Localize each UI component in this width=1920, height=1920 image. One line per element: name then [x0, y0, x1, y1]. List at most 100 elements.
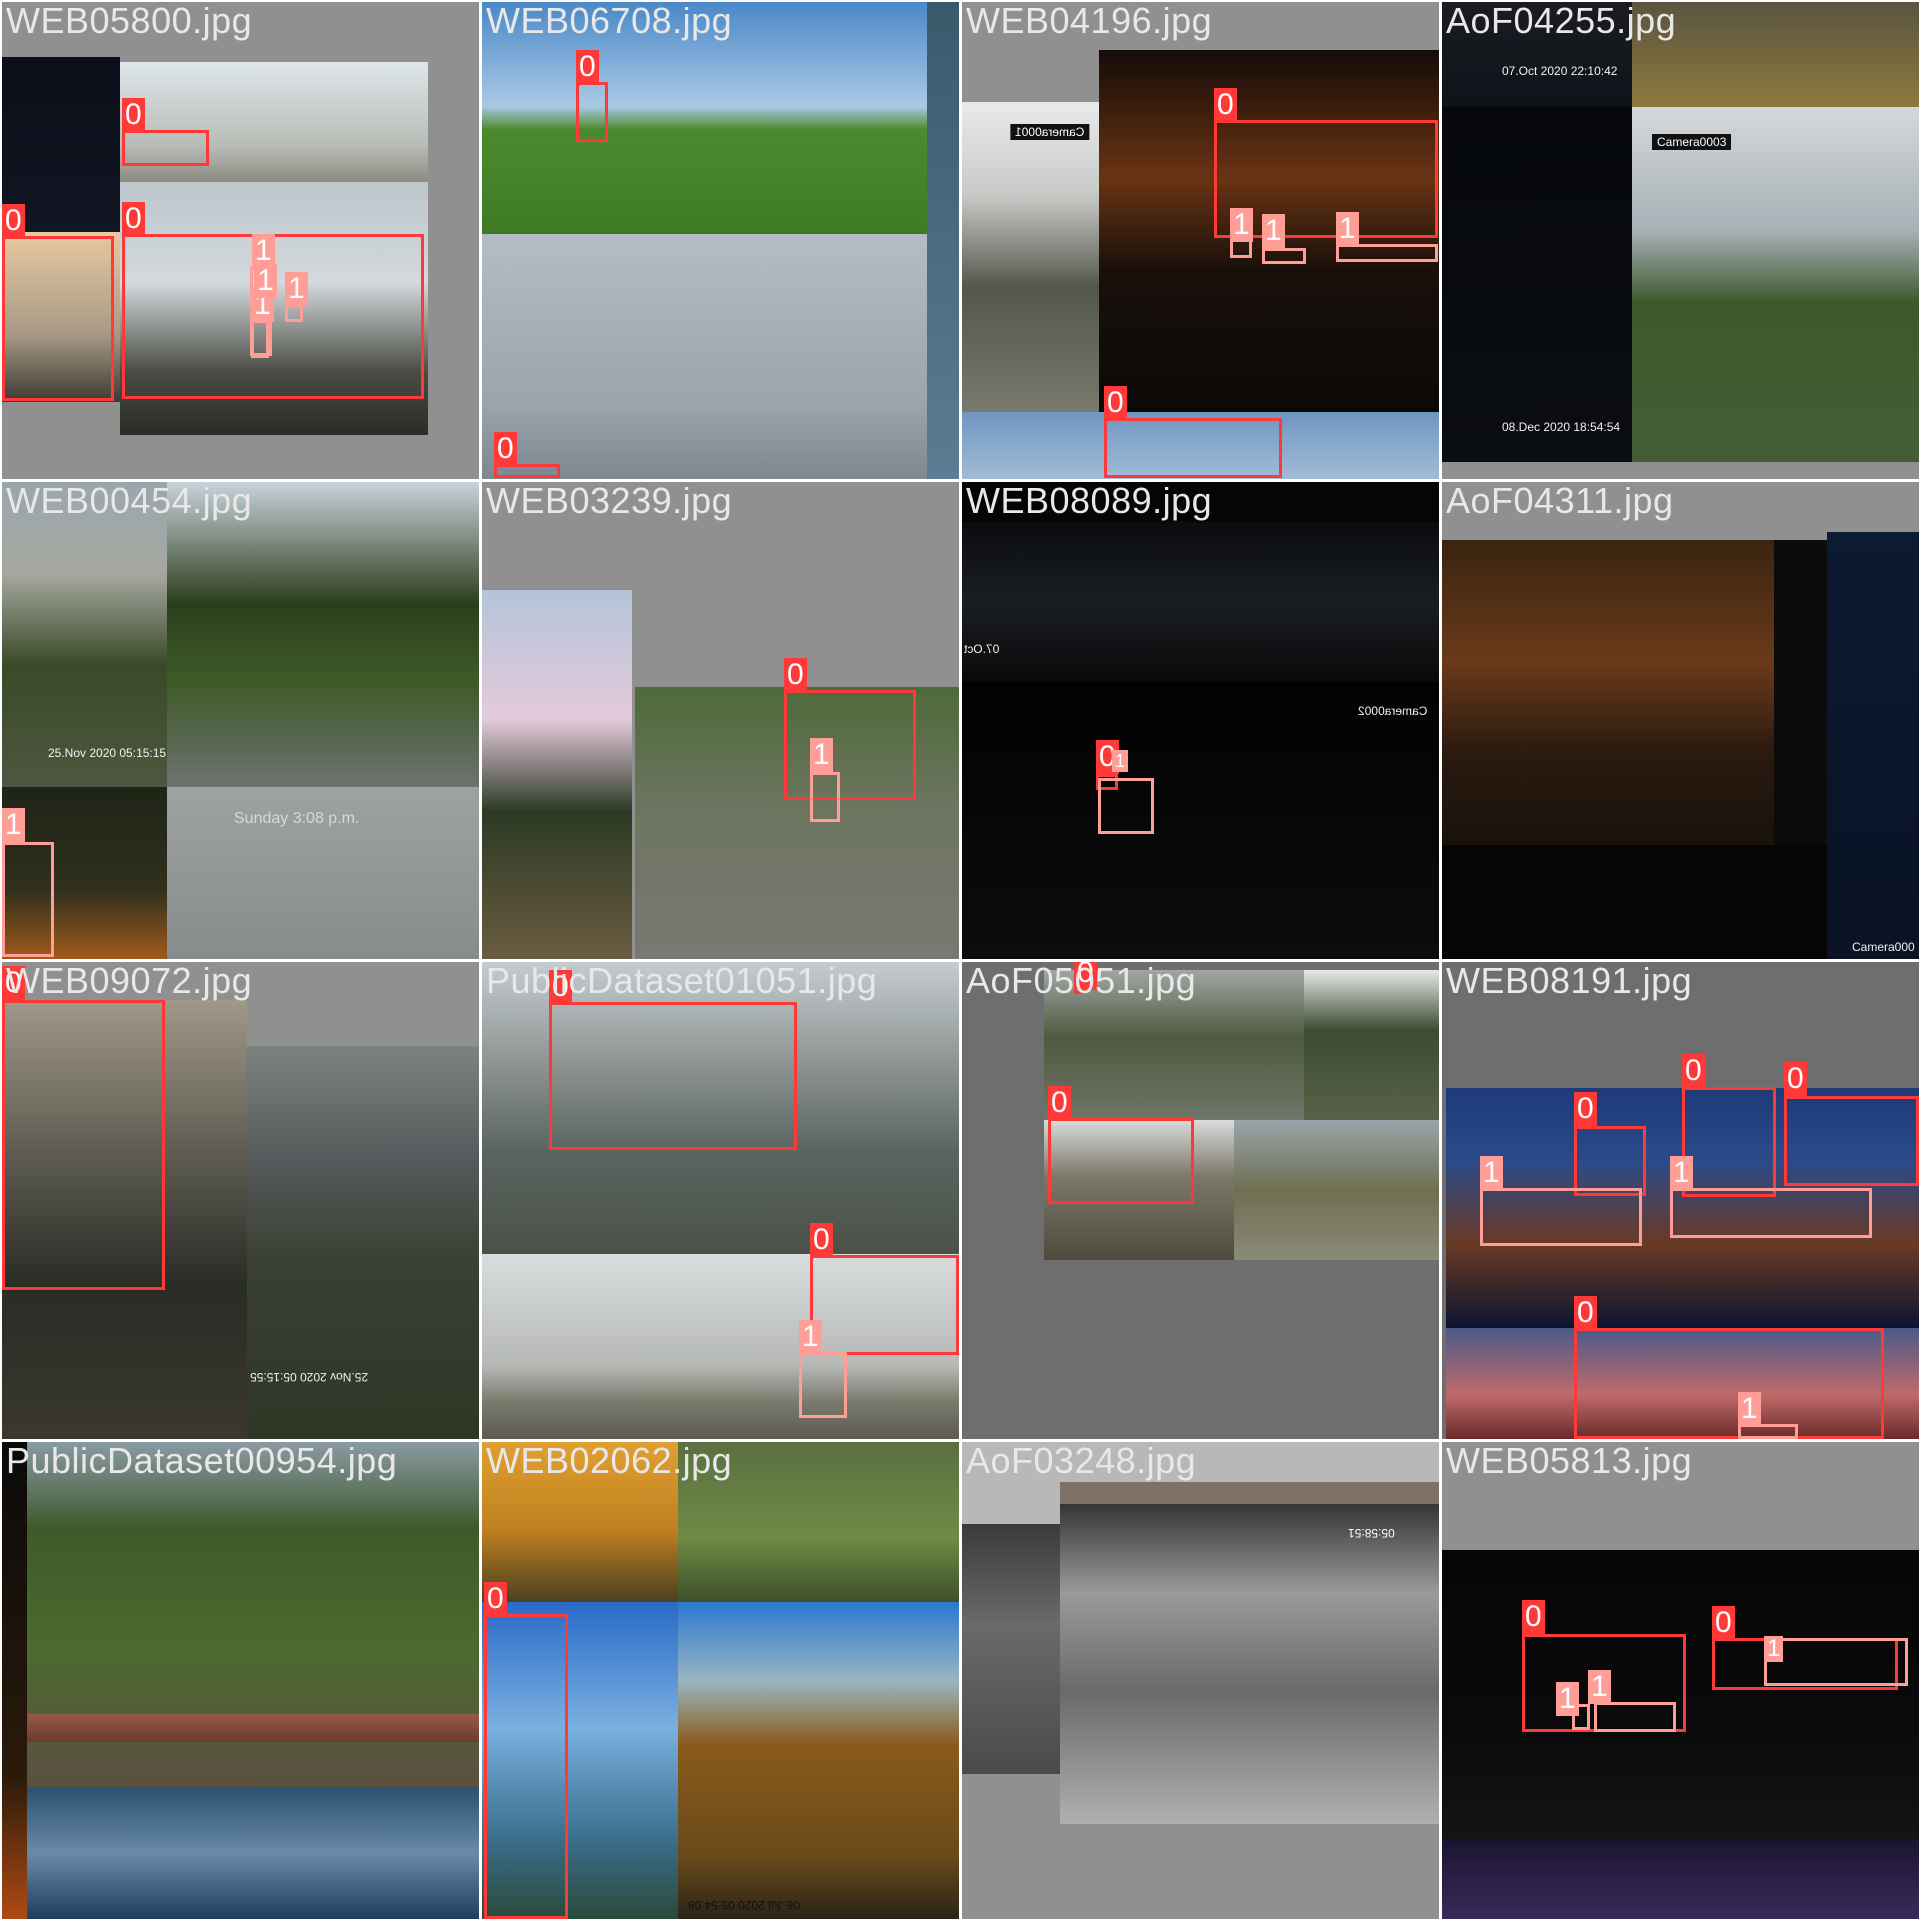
timestamp: 25.Nov 2020 05:15:15: [48, 746, 167, 760]
detection-box: [1048, 1118, 1194, 1204]
tile-filename: AoF04255.jpg: [1446, 2, 1677, 41]
class-label: 0: [1048, 1086, 1071, 1120]
timestamp: 25.Nov 2020 05:15:55: [250, 1370, 369, 1384]
detection-box: [251, 320, 269, 358]
detection-box: [1574, 1126, 1646, 1196]
class-label: 0: [122, 98, 145, 132]
mosaic-tile: AoF04255.jpg 07.Oct 2020 22:10:42 Camera…: [1442, 2, 1919, 479]
mosaic-tile: PublicDataset01051.jpg 0 0 1: [482, 962, 959, 1439]
class-label: 1: [1670, 1156, 1693, 1190]
mosaic-tile: WEB08191.jpg 0 0 0 1 1 0 1: [1442, 962, 1919, 1439]
detection-box: [2, 842, 54, 957]
detection-box: [484, 1614, 568, 1919]
detection-box: [122, 130, 209, 166]
class-label: 0: [576, 50, 599, 84]
mosaic-tile: WEB04196.jpg Camera0001 0 1 1 1 0: [962, 2, 1439, 479]
class-label: 1: [1764, 1636, 1784, 1662]
detection-box: [1336, 244, 1438, 262]
detection-box: [810, 1255, 959, 1355]
class-label: 0: [1682, 1054, 1705, 1088]
class-label: 1: [1230, 208, 1253, 242]
detection-box: [1480, 1188, 1642, 1246]
detection-box: [2, 236, 114, 401]
mosaic-tile: WEB06708.jpg 0 0: [482, 2, 959, 479]
detection-box: [1670, 1188, 1872, 1238]
mosaic-tile: WEB00454.jpg 25.Nov 2020 05:15:15 Sunday…: [2, 482, 479, 959]
camera-tag: Camera000: [1852, 940, 1915, 954]
detection-box: [1594, 1702, 1676, 1732]
tile-filename: WEB09072.jpg: [6, 962, 253, 1001]
class-label: 0: [1214, 88, 1237, 122]
class-label: 0: [122, 202, 145, 236]
detection-box: [799, 1352, 847, 1418]
detection-box: [1262, 248, 1306, 264]
tile-filename: WEB05813.jpg: [1446, 1442, 1693, 1481]
tile-filename: WEB04196.jpg: [966, 2, 1213, 41]
timestamp: 07.Oct: [964, 642, 1000, 656]
detection-box: [576, 82, 608, 142]
tile-filename: AoF03248.jpg: [966, 1442, 1197, 1481]
class-label: 1: [1112, 750, 1129, 772]
timestamp: 06.Jul 2020 05:54:08: [688, 1898, 801, 1912]
camera-tag: Camera0003: [1652, 134, 1732, 150]
mosaic-tile: AoF05051.jpg 0 0: [962, 962, 1439, 1439]
class-label: 1: [1556, 1682, 1579, 1716]
detection-box: [1764, 1638, 1908, 1686]
caption: Sunday 3:08 p.m.: [234, 810, 360, 827]
mosaic-tile: WEB05813.jpg 0 1 1 0 1: [1442, 1442, 1919, 1919]
tile-filename: AoF05051.jpg: [966, 962, 1197, 1001]
detection-box: [2, 1000, 165, 1290]
mosaic-tile: AoF03248.jpg 05:58:51: [962, 1442, 1439, 1919]
detection-box: [285, 304, 303, 322]
detection-box: [1574, 1328, 1884, 1439]
class-label: 1: [252, 234, 275, 268]
tile-filename: PublicDataset00954.jpg: [6, 1442, 398, 1481]
detection-box: [494, 464, 560, 478]
mosaic-tile: PublicDataset00954.jpg: [2, 1442, 479, 1919]
class-label: 1: [810, 738, 833, 772]
tile-filename: WEB00454.jpg: [6, 482, 253, 521]
tile-filename: WEB02062.jpg: [486, 1442, 733, 1481]
class-label: 0: [1104, 386, 1127, 420]
detection-box: [1098, 778, 1154, 834]
detection-box: [1682, 1087, 1776, 1197]
class-label: 0: [2, 204, 25, 238]
class-label: 0: [1522, 1600, 1545, 1634]
class-label: 0: [1784, 1062, 1807, 1096]
mosaic-tile: AoF04311.jpg Camera000: [1442, 482, 1919, 959]
mosaic-tile: WEB03239.jpg 0 1: [482, 482, 959, 959]
class-label: 0: [494, 432, 517, 466]
mosaic-tile: WEB02062.jpg 06.Jul 2020 05:54:08 0: [482, 1442, 959, 1919]
tile-filename: WEB06708.jpg: [486, 2, 733, 41]
mosaic-tile: WEB05800.jpg 0 0 0 1 1 1 1: [2, 2, 479, 479]
class-label: 0: [1574, 1296, 1597, 1330]
camera-tag: Camera0001: [1010, 124, 1090, 140]
camera-tag: Camera0002: [1358, 704, 1428, 718]
detection-box: [1738, 1424, 1798, 1439]
class-label: 1: [799, 1320, 822, 1354]
detection-box: [1784, 1096, 1919, 1186]
class-label: 0: [810, 1223, 833, 1257]
tile-filename: AoF04311.jpg: [1446, 482, 1674, 521]
class-label: 1: [1738, 1392, 1761, 1426]
mosaic-tile: WEB08089.jpg Camera0002 07.Oct 0 1: [962, 482, 1439, 959]
tile-filename: WEB08191.jpg: [1446, 962, 1693, 1001]
detection-box: [784, 690, 916, 800]
timestamp: 07.Oct 2020 22:10:42: [1502, 64, 1618, 78]
class-label: 0: [784, 658, 807, 692]
tile-filename: PublicDataset01051.jpg: [486, 962, 878, 1001]
class-label: 1: [1588, 1670, 1611, 1704]
detection-box: [549, 1002, 797, 1150]
mosaic-tile: WEB09072.jpg 25.Nov 2020 05:15:55 0: [2, 962, 479, 1439]
class-label: 0: [484, 1582, 507, 1616]
detection-box: [1104, 418, 1282, 478]
detection-box: [810, 772, 840, 822]
class-label: 1: [254, 264, 277, 298]
tile-filename: WEB05800.jpg: [6, 2, 253, 41]
class-label: 0: [1574, 1092, 1597, 1126]
timestamp: 08.Dec 2020 18:54:54: [1502, 420, 1621, 434]
class-label: 1: [1336, 212, 1359, 246]
class-label: 1: [1480, 1156, 1503, 1190]
class-label: 1: [1262, 214, 1285, 248]
class-label: 1: [2, 808, 25, 842]
